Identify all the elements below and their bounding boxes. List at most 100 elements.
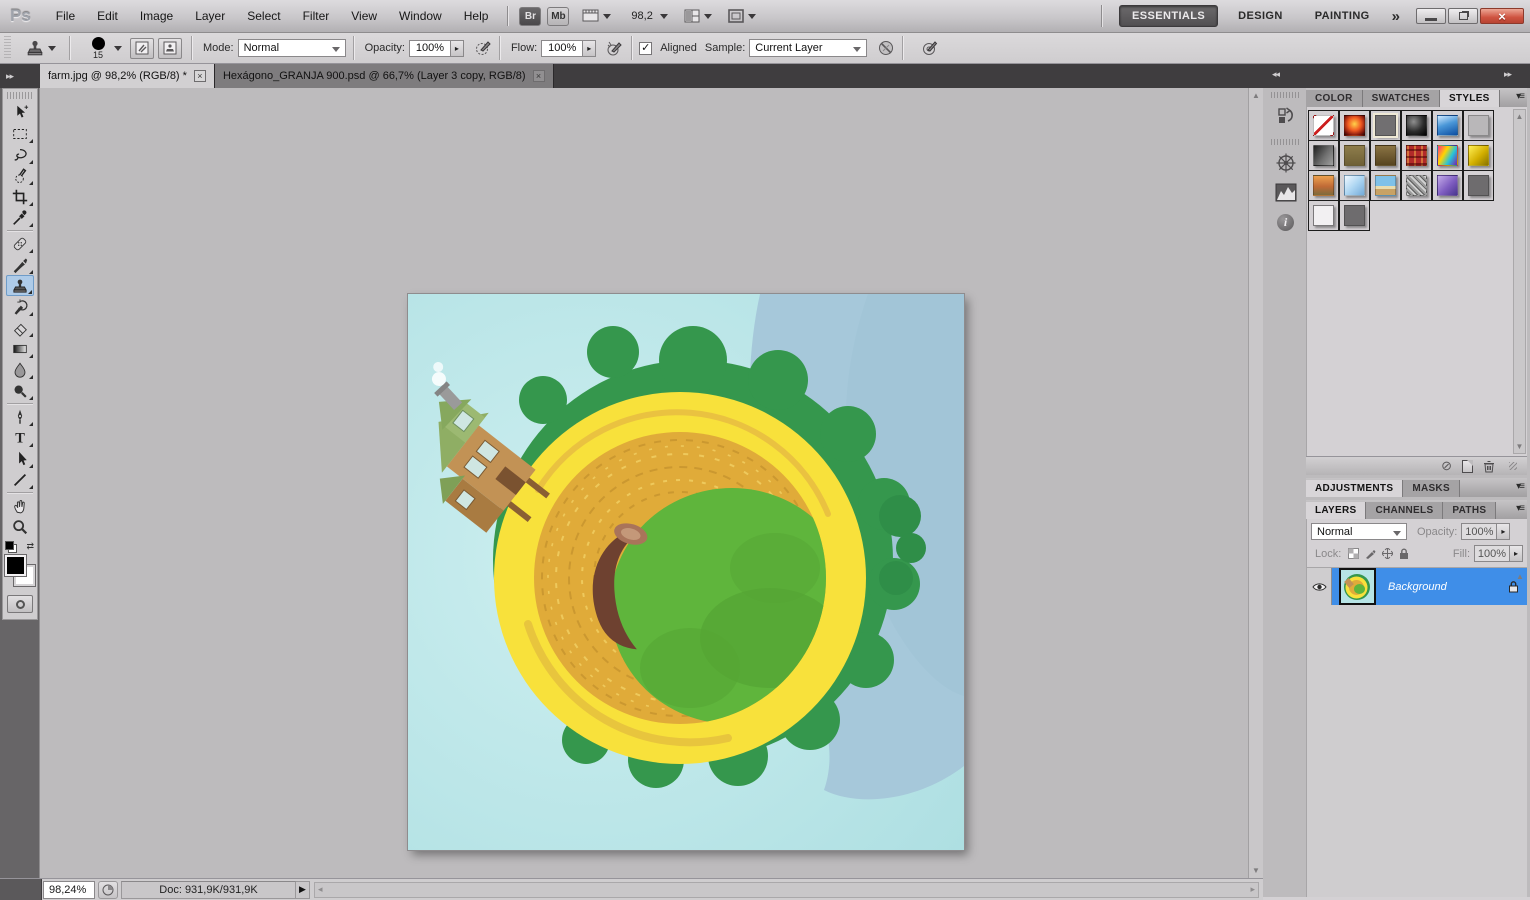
dodge-tool[interactable]	[6, 380, 34, 401]
screen-mode-icon[interactable]	[728, 9, 745, 24]
panel-tab-color[interactable]: COLOR	[1306, 90, 1363, 107]
document-tab-0[interactable]: farm.jpg @ 98,2% (RGB/8) *×	[40, 64, 215, 88]
workspace-painting-button[interactable]: PAINTING	[1303, 6, 1382, 26]
scroll-right-icon[interactable]: ▸	[1250, 884, 1255, 895]
layer-row-background[interactable]: Background	[1307, 568, 1527, 605]
menu-select[interactable]: Select	[236, 5, 291, 27]
lock-transparency-icon[interactable]	[1348, 548, 1359, 559]
menu-edit[interactable]: Edit	[86, 5, 129, 27]
spot-healing-brush-tool[interactable]	[6, 233, 34, 254]
blur-tool[interactable]	[6, 359, 34, 380]
tab-close-icon[interactable]: ×	[533, 70, 545, 82]
canvas[interactable]	[408, 294, 964, 850]
arrange-documents-dropdown-icon[interactable]	[704, 14, 712, 19]
clone-stamp-tool-icon[interactable]	[25, 38, 45, 58]
toggle-clone-source-panel-button[interactable]	[158, 38, 182, 59]
style-swatch-purple-bevel[interactable]	[1437, 175, 1458, 196]
panel-tab-masks[interactable]: MASKS	[1403, 480, 1460, 497]
tab-close-icon[interactable]: ×	[194, 70, 206, 82]
document-tab-1[interactable]: Hexágono_GRANJA 900.psd @ 66,7% (Layer 3…	[215, 64, 554, 88]
workspace-design-button[interactable]: DESIGN	[1226, 6, 1295, 26]
menu-help[interactable]: Help	[453, 5, 500, 27]
panel-tab-swatches[interactable]: SWATCHES	[1363, 90, 1440, 107]
style-swatch-light-gray-flat[interactable]	[1468, 115, 1489, 136]
panel-menu-icon[interactable]: ▾≡	[1516, 91, 1523, 102]
navigator-panel-icon[interactable]	[1271, 149, 1300, 176]
style-swatch-gray-flat-shadow[interactable]	[1468, 175, 1489, 196]
clone-stamp-tool[interactable]	[6, 275, 34, 296]
sample-select[interactable]: Current Layer	[749, 39, 867, 57]
quick-selection-tool[interactable]	[6, 165, 34, 186]
style-swatch-orange-glow[interactable]	[1344, 115, 1365, 136]
panel-tab-styles[interactable]: STYLES	[1440, 90, 1500, 107]
strip-grip[interactable]	[1271, 139, 1300, 145]
launch-mini-bridge-button[interactable]: Mb	[547, 7, 569, 26]
panel-tab-paths[interactable]: PATHS	[1443, 502, 1496, 519]
panel-resize-grip[interactable]	[1509, 462, 1517, 470]
status-flyout-button[interactable]: ▶	[296, 881, 310, 899]
style-swatch-red-plaid[interactable]	[1406, 145, 1427, 166]
flow-slider-button[interactable]: ▸	[583, 40, 596, 57]
workspace-essentials-button[interactable]: ESSENTIALS	[1119, 5, 1218, 27]
launch-bridge-button[interactable]: Br	[519, 7, 541, 26]
style-swatch-dark-gradient[interactable]	[1313, 145, 1334, 166]
lock-pixels-icon[interactable]	[1365, 548, 1376, 559]
tools-dock-header[interactable]: ▸▸	[0, 64, 40, 88]
style-swatch-gray-noise[interactable]	[1406, 175, 1427, 196]
flow-input[interactable]: 100%	[541, 40, 583, 57]
scroll-up-icon[interactable]: ▲	[1514, 112, 1525, 121]
info-panel-icon[interactable]: i	[1271, 209, 1300, 236]
strip-grip[interactable]	[1271, 92, 1300, 98]
lock-position-icon[interactable]	[1382, 548, 1393, 559]
layer-thumbnail[interactable]	[1339, 568, 1376, 605]
status-zoom-field[interactable]: 98,24%	[43, 881, 95, 899]
menu-window[interactable]: Window	[388, 5, 453, 27]
view-extras-icon[interactable]	[582, 8, 600, 24]
opacity-slider-button[interactable]: ▸	[451, 40, 464, 57]
brush-preset-picker[interactable]: 15	[85, 37, 111, 60]
style-swatch-gray-flat-selected[interactable]	[1375, 115, 1396, 136]
pen-tool[interactable]	[6, 406, 34, 427]
zoom-dropdown-icon[interactable]	[660, 14, 668, 19]
style-swatch-rainbow-abstract[interactable]	[1437, 145, 1458, 166]
eraser-tool[interactable]	[6, 317, 34, 338]
menu-layer[interactable]: Layer	[184, 5, 236, 27]
tablet-opacity-icon[interactable]	[474, 39, 492, 57]
style-swatch-gray-flat-2[interactable]	[1344, 205, 1365, 226]
brush-picker-dropdown-icon[interactable]	[114, 46, 122, 51]
tools-panel-grip[interactable]	[7, 92, 33, 99]
restore-button[interactable]	[1448, 8, 1478, 24]
style-swatch-black-gel[interactable]	[1406, 115, 1427, 136]
scroll-up-icon[interactable]: ▲	[1249, 91, 1263, 100]
clear-style-icon[interactable]: ⊘	[1441, 458, 1452, 474]
aligned-checkbox[interactable]	[639, 42, 652, 55]
horizontal-scrollbar[interactable]: ◂ ▸	[314, 882, 1259, 898]
collapse-dock-right-icon[interactable]: ▸▸	[1504, 69, 1511, 80]
arrange-documents-icon[interactable]	[684, 9, 701, 24]
scroll-down-icon[interactable]: ▼	[1514, 442, 1525, 451]
screen-mode-dropdown-icon[interactable]	[748, 14, 756, 19]
hand-tool[interactable]	[6, 495, 34, 516]
tool-preset-dropdown-icon[interactable]	[48, 46, 56, 51]
panel-menu-icon[interactable]: ▾≡	[1516, 503, 1523, 514]
styles-scrollbar[interactable]: ▲ ▼	[1513, 109, 1526, 454]
move-tool[interactable]	[6, 102, 34, 123]
style-swatch-blue-gel[interactable]	[1437, 115, 1458, 136]
opacity-input[interactable]: 100%	[409, 40, 451, 57]
foreground-color-swatch[interactable]	[5, 555, 26, 576]
gradient-tool[interactable]	[6, 338, 34, 359]
layer-fill-value[interactable]: 100%	[1474, 545, 1510, 562]
crop-tool[interactable]	[6, 186, 34, 207]
style-swatch-blue-glass[interactable]	[1344, 175, 1365, 196]
style-swatch-olive-flat[interactable]	[1344, 145, 1365, 166]
history-brush-tool[interactable]	[6, 296, 34, 317]
panel-tab-adjustments[interactable]: ADJUSTMENTS	[1306, 480, 1403, 497]
style-swatch-empty-style[interactable]	[1313, 205, 1334, 226]
delete-style-icon[interactable]	[1483, 460, 1495, 473]
panel-tab-layers[interactable]: LAYERS	[1306, 502, 1366, 519]
scroll-down-icon[interactable]: ▼	[1249, 866, 1263, 875]
view-extras-dropdown-icon[interactable]	[603, 14, 611, 19]
close-button[interactable]: ×	[1480, 8, 1524, 24]
type-tool[interactable]: T	[6, 427, 34, 448]
menu-view[interactable]: View	[340, 5, 388, 27]
